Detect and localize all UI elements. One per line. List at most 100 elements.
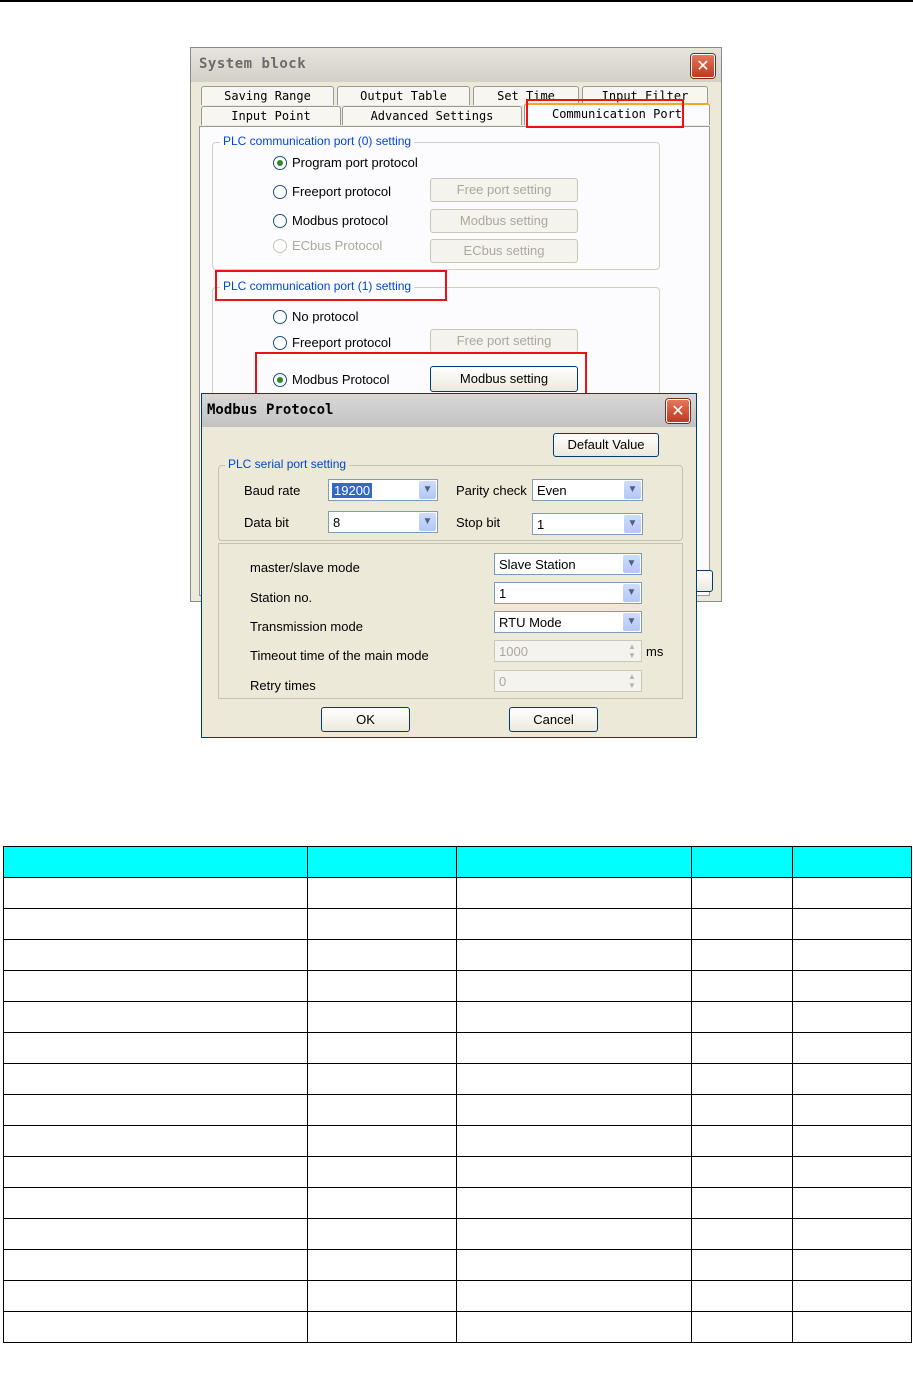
modbus-dialog-titlebar[interactable]: Modbus Protocol ✕ xyxy=(202,394,696,427)
table-cell xyxy=(307,1249,457,1281)
table-cell xyxy=(456,1032,692,1064)
master-slave-value: Slave Station xyxy=(499,557,576,572)
table-cell xyxy=(456,1001,692,1033)
chevron-down-icon[interactable]: ▼ xyxy=(623,584,640,602)
table-row xyxy=(3,1311,912,1343)
timeout-spinner[interactable]: 1000 ▲ ▼ xyxy=(494,640,642,662)
station-no-select[interactable]: 1 ▼ xyxy=(494,582,642,604)
table-cell xyxy=(307,1125,457,1157)
modbus-dialog-body: Default Value PLC serial port setting Ba… xyxy=(205,427,693,735)
chevron-down-icon[interactable]: ▼ xyxy=(623,613,640,631)
radio-freeport-0[interactable]: Freeport protocol xyxy=(273,184,391,199)
radio-modbus-0[interactable]: Modbus protocol xyxy=(273,213,388,228)
table-cell xyxy=(3,1249,308,1281)
table-cell xyxy=(456,1063,692,1095)
tab-input-point[interactable]: Input Point xyxy=(201,106,341,125)
tab-saving-range[interactable]: Saving Range xyxy=(201,86,334,105)
close-icon[interactable]: ✕ xyxy=(666,399,690,423)
table-cell xyxy=(456,908,692,940)
table-cell xyxy=(3,970,308,1002)
radio-button-disabled xyxy=(273,238,287,253)
free-port-setting-button-0[interactable]: Free port setting xyxy=(430,178,578,202)
modbus-setting-button-0[interactable]: Modbus setting xyxy=(430,209,578,233)
free-port-setting-button-1[interactable]: Free port setting xyxy=(430,329,578,353)
master-slave-select[interactable]: Slave Station ▼ xyxy=(494,553,642,575)
table-cell xyxy=(3,1280,308,1312)
table-cell xyxy=(691,970,793,1002)
table-header-cell xyxy=(307,846,457,878)
table-cell xyxy=(307,1032,457,1064)
data-bit-select[interactable]: 8 ▼ xyxy=(328,511,438,533)
port0-group-title: PLC communication port (0) setting xyxy=(220,134,415,148)
table-row xyxy=(3,1094,912,1126)
table-cell xyxy=(456,970,692,1002)
close-icon[interactable]: ✕ xyxy=(691,54,715,78)
radio-freeport-1[interactable]: Freeport protocol xyxy=(273,335,391,350)
table-header-row xyxy=(3,846,912,878)
table-cell xyxy=(792,1218,912,1250)
system-block-titlebar[interactable]: System block ✕ xyxy=(191,48,721,82)
table-cell xyxy=(691,1280,793,1312)
table-cell xyxy=(3,1063,308,1095)
radio-no-protocol[interactable]: No protocol xyxy=(273,309,358,324)
retry-times-spinner[interactable]: 0 ▲ ▼ xyxy=(494,670,642,692)
modbus-protocol-dialog: Modbus Protocol ✕ Default Value PLC seri… xyxy=(201,393,697,738)
cancel-button[interactable]: Cancel xyxy=(509,707,598,732)
table-cell xyxy=(307,1280,457,1312)
ecbus-setting-button[interactable]: ECbus setting xyxy=(430,239,578,263)
spin-arrows-icon[interactable]: ▲ ▼ xyxy=(624,642,640,660)
table-row xyxy=(3,1156,912,1188)
table-cell xyxy=(691,939,793,971)
chevron-down-icon[interactable]: ▼ xyxy=(419,481,436,499)
transmission-mode-value: RTU Mode xyxy=(499,615,562,630)
baud-rate-label: Baud rate xyxy=(244,483,301,498)
table-cell xyxy=(307,908,457,940)
modbus-dialog-title: Modbus Protocol xyxy=(207,402,334,418)
default-value-button[interactable]: Default Value xyxy=(553,433,659,457)
tab-output-table[interactable]: Output Table xyxy=(337,86,470,105)
chevron-down-icon[interactable]: ▼ xyxy=(624,515,641,533)
table-cell xyxy=(691,908,793,940)
table-cell xyxy=(456,1125,692,1157)
table-cell xyxy=(691,1001,793,1033)
transmission-mode-select[interactable]: RTU Mode ▼ xyxy=(494,611,642,633)
radio-label: No protocol xyxy=(292,309,359,324)
table-cell xyxy=(456,939,692,971)
table-cell xyxy=(691,1311,793,1343)
baud-rate-select[interactable]: 19200 ▼ xyxy=(328,479,438,501)
table-header-cell xyxy=(691,846,793,878)
radio-button[interactable] xyxy=(273,184,287,199)
table-cell xyxy=(691,1249,793,1281)
chevron-down-icon[interactable]: ▼ xyxy=(623,555,640,573)
table-row xyxy=(3,1001,912,1033)
stop-bit-label: Stop bit xyxy=(456,515,501,530)
page-top-rule xyxy=(0,0,913,2)
table-cell xyxy=(456,1094,692,1126)
table-cell xyxy=(307,1311,457,1343)
tab-advanced-settings[interactable]: Advanced Settings xyxy=(342,106,522,125)
chevron-down-icon[interactable]: ▼ xyxy=(419,513,436,531)
table-cell xyxy=(691,1187,793,1219)
stop-bit-value: 1 xyxy=(537,517,545,532)
table-row xyxy=(3,970,912,1002)
station-no-label: Station no. xyxy=(250,590,313,605)
table-cell xyxy=(691,1125,793,1157)
radio-label: Modbus protocol xyxy=(292,213,389,228)
table-cell xyxy=(792,1094,912,1126)
radio-button[interactable] xyxy=(273,335,287,350)
radio-label: ECbus Protocol xyxy=(292,238,383,253)
parity-check-select[interactable]: Even ▼ xyxy=(532,479,643,501)
table-cell xyxy=(456,1156,692,1188)
stop-bit-select[interactable]: 1 ▼ xyxy=(532,513,643,535)
table-row xyxy=(3,1280,912,1312)
ok-button[interactable]: OK xyxy=(321,707,410,732)
chevron-down-icon[interactable]: ▼ xyxy=(624,481,641,499)
table-cell xyxy=(456,877,692,909)
radio-button[interactable] xyxy=(273,213,287,228)
radio-button-selected[interactable] xyxy=(273,155,287,170)
radio-button[interactable] xyxy=(273,309,287,324)
spin-arrows-icon[interactable]: ▲ ▼ xyxy=(624,672,640,690)
table-row xyxy=(3,1249,912,1281)
radio-program-port[interactable]: Program port protocol xyxy=(273,155,418,170)
table-cell xyxy=(307,970,457,1002)
